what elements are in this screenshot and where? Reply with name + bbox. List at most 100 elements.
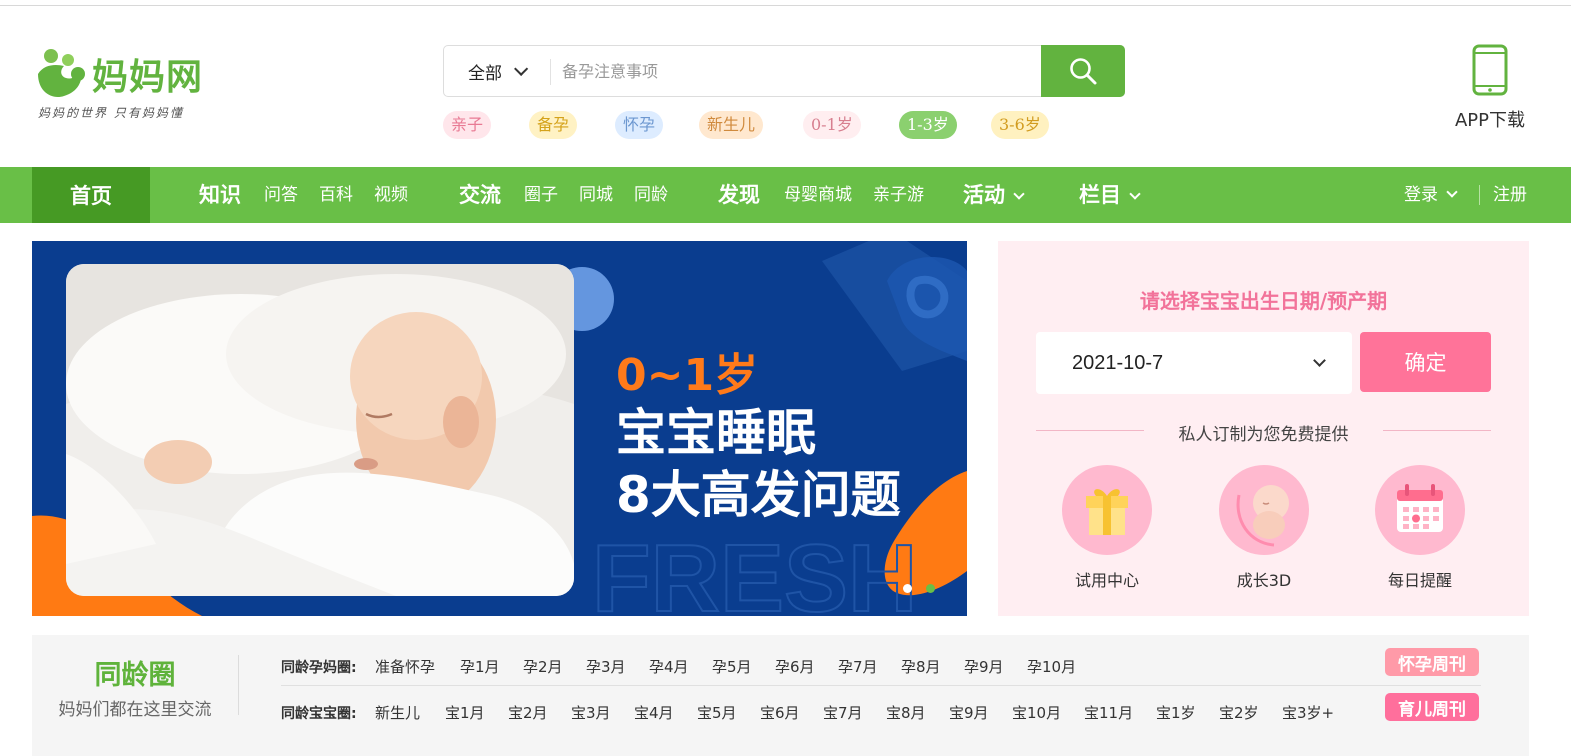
banner-carousel[interactable]: FRESH 0~1岁 宝宝睡眠 8大高发问题 — [32, 241, 967, 616]
section-divider — [238, 655, 239, 715]
carousel-dot-2[interactable] — [926, 584, 935, 593]
pregnancy-link[interactable]: 孕7月 — [838, 656, 878, 677]
pregnancy-link[interactable]: 孕8月 — [901, 656, 941, 677]
baby-link[interactable]: 宝4月 — [634, 702, 674, 723]
birth-date-value: 2021-10-7 — [1072, 351, 1164, 374]
trial-center-label: 试用中心 — [1074, 571, 1139, 590]
nav-register[interactable]: 注册 — [1493, 167, 1527, 223]
search-scope-select[interactable]: 全部 — [444, 46, 550, 96]
banner-watermark: FRESH — [592, 525, 917, 616]
parenting-weekly-button[interactable]: 育儿周刊 — [1385, 693, 1479, 721]
baby-circle-label: 同龄宝宝圈: — [281, 706, 357, 722]
nav-activity-label: 活动 — [963, 183, 1005, 207]
nav-activity-menu[interactable]: 活动 — [963, 167, 1025, 223]
baby-link[interactable]: 宝2岁 — [1219, 702, 1259, 723]
confirm-button[interactable]: 确定 — [1360, 332, 1491, 392]
pregnancy-link[interactable]: 孕9月 — [964, 656, 1004, 677]
pregnancy-link[interactable]: 孕2月 — [523, 656, 563, 677]
baby-link[interactable]: 新生儿 — [375, 702, 420, 723]
hot-tag[interactable]: 3-6岁 — [991, 111, 1049, 139]
sleeping-baby-image — [66, 264, 574, 596]
baby-link[interactable]: 宝1岁 — [1156, 702, 1196, 723]
baby-link[interactable]: 宝6月 — [760, 702, 800, 723]
pregnancy-link[interactable]: 孕10月 — [1027, 656, 1076, 677]
calendar-icon — [1375, 465, 1465, 555]
pregnancy-link[interactable]: 孕1月 — [460, 656, 500, 677]
logo-slogan: 妈妈的世界 只有妈妈懂 — [38, 106, 184, 120]
peer-circle-title[interactable]: 同龄圈 — [32, 653, 238, 692]
panel-subtitle: 私人订制为您免费提供 — [1178, 425, 1349, 445]
daily-reminder-link[interactable]: 每日提醒 — [1365, 465, 1475, 595]
search-bar: 全部 — [443, 45, 1125, 97]
search-button[interactable] — [1041, 45, 1125, 97]
carousel-dot-1[interactable] — [903, 584, 912, 593]
trial-center-link[interactable]: 试用中心 — [1052, 465, 1162, 595]
baby-link[interactable]: 宝7月 — [823, 702, 863, 723]
pregnancy-circle-label: 同龄孕妈圈: — [281, 660, 357, 676]
hot-tag[interactable]: 亲子 — [443, 111, 492, 139]
nav-login-label: 登录 — [1404, 185, 1438, 205]
nav-video[interactable]: 视频 — [374, 167, 408, 223]
pregnancy-link[interactable]: 孕3月 — [586, 656, 626, 677]
hot-tag[interactable]: 怀孕 — [615, 111, 664, 139]
chevron-down-icon — [1013, 188, 1025, 200]
pregnancy-weekly-button[interactable]: 怀孕周刊 — [1385, 648, 1479, 676]
hot-tag[interactable]: 1-3岁 — [899, 111, 957, 139]
pregnancy-link[interactable]: 准备怀孕 — [375, 656, 435, 677]
gift-icon — [1062, 465, 1152, 555]
growth-3d-link[interactable]: 成长3D — [1209, 465, 1319, 595]
nav-age[interactable]: 同龄 — [634, 167, 668, 223]
search-icon — [1070, 58, 1097, 85]
chevron-down-icon — [1446, 186, 1458, 198]
pregnancy-link[interactable]: 孕5月 — [712, 656, 752, 677]
hot-tag[interactable]: 新生儿 — [699, 111, 764, 139]
chevron-down-icon — [1129, 188, 1141, 200]
nav-wiki[interactable]: 百科 — [319, 167, 353, 223]
baby-link[interactable]: 宝3月 — [571, 702, 611, 723]
nav-column-label: 栏目 — [1079, 183, 1121, 207]
nav-login-menu[interactable]: 登录 — [1404, 167, 1458, 223]
hot-tag[interactable]: 备孕 — [529, 111, 578, 139]
daily-reminder-label: 每日提醒 — [1387, 571, 1452, 590]
logo-name: 妈妈网 — [92, 57, 204, 98]
app-download-label: APP下载 — [1454, 110, 1526, 131]
baby-link[interactable]: 宝8月 — [886, 702, 926, 723]
banner-photo — [66, 264, 574, 596]
growth-3d-label: 成长3D — [1236, 571, 1292, 590]
nav-trip[interactable]: 亲子游 — [873, 167, 924, 223]
nav-city[interactable]: 同城 — [579, 167, 613, 223]
logo-mark-icon — [38, 49, 85, 98]
hot-tag[interactable]: 0-1岁 — [803, 111, 861, 139]
row-divider — [281, 685, 1481, 686]
nav-mall[interactable]: 母婴商城 — [784, 167, 852, 223]
pregnancy-link[interactable]: 孕6月 — [775, 656, 815, 677]
chevron-down-icon — [1313, 354, 1326, 367]
nav-divider — [1479, 185, 1480, 205]
baby-link[interactable]: 宝2月 — [508, 702, 548, 723]
nav-home[interactable]: 首页 — [32, 167, 150, 223]
panel-title: 请选择宝宝出生日期/预产期 — [1139, 289, 1388, 313]
nav-knowledge[interactable]: 知识 — [199, 167, 241, 223]
site-logo[interactable]: 妈妈网 妈妈的世界 只有妈妈懂 — [34, 44, 224, 124]
baby-link[interactable]: 宝9月 — [949, 702, 989, 723]
pregnancy-link[interactable]: 孕4月 — [649, 656, 689, 677]
peer-circle-section: 同龄圈 妈妈们都在这里交流 同龄孕妈圈: 准备怀孕 孕1月 孕2月 孕3月 孕4… — [32, 635, 1529, 756]
baby-link[interactable]: 宝11月 — [1084, 702, 1133, 723]
nav-qa[interactable]: 问答 — [264, 167, 298, 223]
birth-date-select[interactable]: 2021-10-7 — [1036, 332, 1352, 394]
fetus-icon — [1219, 465, 1309, 555]
peer-circle-subtitle: 妈妈们都在这里交流 — [58, 700, 212, 720]
baby-link[interactable]: 宝5月 — [697, 702, 737, 723]
app-download-link[interactable]: APP下载 — [1440, 44, 1540, 134]
baby-link[interactable]: 宝10月 — [1012, 702, 1061, 723]
nav-social[interactable]: 交流 — [459, 167, 501, 223]
chevron-down-icon — [514, 61, 529, 76]
banner-subtitle: 8大高发问题 — [616, 466, 901, 524]
main-nav: 首页 知识 问答 百科 视频 交流 圈子 同城 同龄 发现 母婴商城 亲子游 活… — [0, 167, 1571, 223]
nav-discover[interactable]: 发现 — [718, 167, 760, 223]
nav-circle[interactable]: 圈子 — [524, 167, 558, 223]
baby-link[interactable]: 宝3岁+ — [1282, 702, 1334, 723]
baby-link[interactable]: 宝1月 — [445, 702, 485, 723]
search-input[interactable] — [562, 52, 1032, 90]
nav-column-menu[interactable]: 栏目 — [1079, 167, 1141, 223]
